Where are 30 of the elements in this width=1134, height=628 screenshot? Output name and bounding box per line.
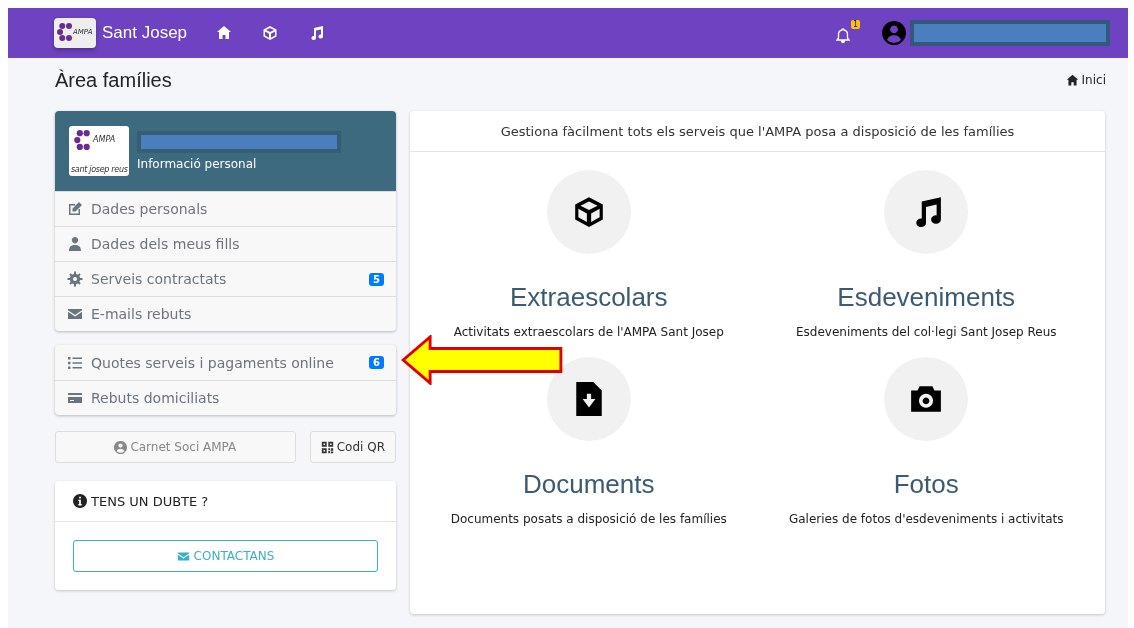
service-tile[interactable]: Extraescolars Activitats extraescolars de l'AMPA Sant Josep (420, 170, 758, 339)
breadcrumb-link[interactable]: Inici (1065, 73, 1106, 87)
tile-description: Galeries de fotos d'esdeveniments i activitats (788, 512, 1064, 526)
tile-description: Esdeveniments del col·legi Sant Josep Reus (796, 325, 1057, 339)
menu-item[interactable]: Rebuts domiciliats (55, 380, 396, 415)
menu-item[interactable]: E-mails rebuts (55, 296, 396, 331)
menu-item[interactable]: Serveis contractats 5 (55, 261, 396, 296)
services-intro: Gestiona fàcilment tots els serveis que l'AMPA posa a disposició de les famílies (410, 111, 1105, 152)
menu-item[interactable]: Quotes serveis i pagaments online 6 (55, 345, 396, 380)
tile-title: Extraescolars (510, 282, 668, 313)
menu-item[interactable]: Dades personals (55, 191, 396, 226)
service-tile[interactable]: Esdeveniments Esdeveniments del col·legi Sant Josep Reus (757, 170, 1095, 339)
tile-title: Documents (523, 469, 655, 500)
logo-text: AMPA (93, 135, 116, 144)
service-tile[interactable]: Fotos Galeries de fotos d'esdeveniments i activitats (757, 357, 1095, 526)
tile-description: Activitats extraescolars de l'AMPA Sant Josep (453, 325, 724, 339)
tile-title: Fotos (893, 469, 959, 500)
service-tile[interactable]: Documents Documents posats a disposició de les famílies (420, 357, 758, 526)
help-title: TENS UN DUBTE ? (91, 493, 209, 509)
menu-item[interactable]: Dades dels meus fills (55, 226, 396, 261)
action-button[interactable]: Codi QR (309, 431, 396, 463)
tile-description: Documents posats a disposició de les famílies (450, 512, 727, 526)
notifications-link[interactable]: 1 (835, 20, 860, 46)
page-title: Àrea famílies (55, 68, 172, 92)
tile-title: Esdeveniments (837, 282, 1016, 313)
notification-badge: 1 (850, 20, 860, 29)
profile-subtitle: Informació personal (137, 157, 258, 171)
count-badge: 6 (369, 356, 384, 369)
count-badge: 5 (369, 272, 384, 286)
logo-text: sant josep reus (71, 165, 128, 174)
